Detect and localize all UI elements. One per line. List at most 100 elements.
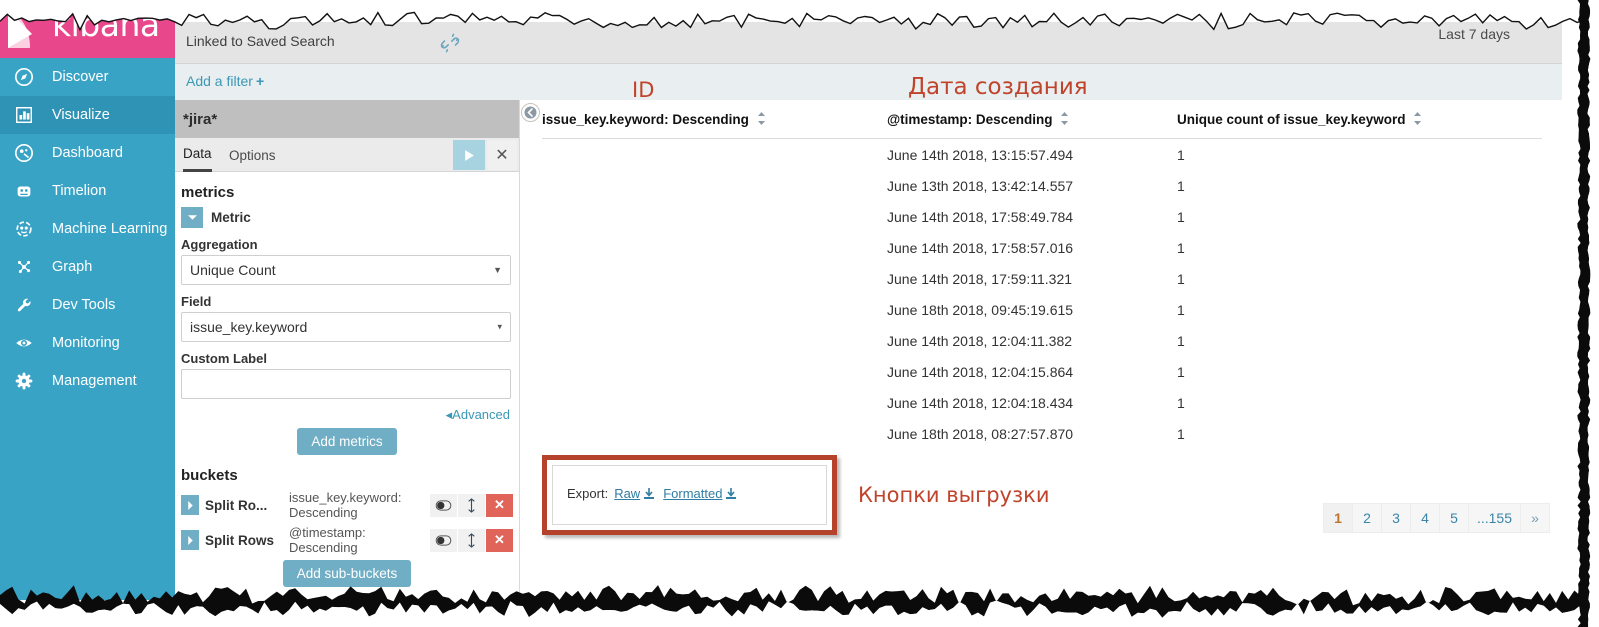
timelion-icon <box>14 180 40 202</box>
sort-icon[interactable] <box>1060 112 1069 128</box>
bucket-expand-toggle[interactable] <box>181 530 199 550</box>
aggregation-select[interactable]: Unique Count ▼ <box>181 255 511 285</box>
kibana-logo: kibana <box>0 0 175 58</box>
pagination-page[interactable]: 3 <box>1380 503 1411 533</box>
discard-changes-button[interactable]: ✕ <box>487 140 517 170</box>
add-metrics-button[interactable]: Add metrics <box>297 428 397 455</box>
metric-expand-toggle[interactable] <box>181 207 203 228</box>
cell-issue-key: I3666 <box>542 294 887 325</box>
eye-icon <box>14 332 40 354</box>
pagination-next-button[interactable]: » <box>1520 503 1550 533</box>
sidebar-item-label: Dev Tools <box>52 297 116 313</box>
add-sub-buckets-button[interactable]: Add sub-buckets <box>282 560 412 587</box>
sort-icon[interactable] <box>757 112 766 128</box>
table-row: I3738June 14th 2018, 12:04:18.434 1 <box>542 387 1542 418</box>
custom-label-input[interactable] <box>181 369 511 399</box>
cell-timestamp: June 14th 2018, 17:58:49.784 <box>887 208 1074 225</box>
export-label: Export: <box>567 486 609 501</box>
vis-editor-panel: *jira* Data Options ✕ metrics Metric Agg… <box>175 100 520 600</box>
column-header-timestamp[interactable]: @timestamp: Descending <box>887 100 1177 139</box>
chevron-right-icon <box>187 500 193 510</box>
brand-name: kibana <box>52 5 160 44</box>
broken-link-icon[interactable] <box>440 33 460 53</box>
pagination-page[interactable]: 4 <box>1409 503 1440 533</box>
saved-search-label: Linked to Saved Search <box>186 33 335 49</box>
sidebar-item-management[interactable]: Management <box>0 362 175 400</box>
tab-options[interactable]: Options <box>229 138 276 172</box>
sidebar-item-timelion[interactable]: Timelion <box>0 172 175 210</box>
bucket-enable-toggle[interactable] <box>430 493 457 517</box>
collapse-panel-button[interactable] <box>521 103 540 122</box>
graph-icon <box>14 256 40 278</box>
sidebar-item-visualize[interactable]: Visualize <box>0 96 175 134</box>
metric-agg-row[interactable]: Metric <box>181 207 519 228</box>
data-table: issue_key.keyword: Descending @timestamp… <box>542 100 1542 449</box>
cell-unique-count: 1 <box>1177 332 1185 349</box>
bucket-row[interactable]: Split Ro... issue_key.keyword: Descendin… <box>181 490 519 520</box>
sidebar-item-label: Discover <box>52 69 109 85</box>
bucket-expand-toggle[interactable] <box>181 495 199 515</box>
table-row: I3384June 14th 2018, 17:59:11.321 1 <box>542 263 1542 294</box>
sidebar-item-graph[interactable]: Graph <box>0 248 175 286</box>
column-header-label: issue_key.keyword: Descending <box>542 112 749 127</box>
advanced-label: Advanced <box>452 407 510 422</box>
kibana-mark-icon <box>8 10 32 48</box>
time-range-label[interactable]: Last 7 days <box>1438 26 1510 42</box>
field-value: issue_key.keyword <box>190 319 308 335</box>
cell-unique-count: 1 <box>1177 239 1185 256</box>
table-row: ;-4107June 14th 2018, 13:15:57.494 1 <box>542 139 1542 171</box>
annotation-date-created: Дата создания <box>908 74 1088 100</box>
cell-timestamp: June 14th 2018, 13:15:57.494 <box>887 146 1074 163</box>
compass-icon <box>14 66 40 88</box>
table-header-row: issue_key.keyword: Descending @timestamp… <box>542 100 1542 139</box>
sidebar-item-monitoring[interactable]: Monitoring <box>0 324 175 362</box>
sort-icon[interactable] <box>1413 112 1422 128</box>
add-filter-button[interactable]: Add a filter + <box>186 73 264 89</box>
play-icon <box>464 149 474 161</box>
sidebar-item-dashboard[interactable]: Dashboard <box>0 134 175 172</box>
move-vertical-icon <box>468 497 475 513</box>
cell-issue-key: I3738 <box>542 356 887 387</box>
bucket-enable-toggle[interactable] <box>430 528 457 552</box>
column-header-issue-key[interactable]: issue_key.keyword: Descending <box>542 100 887 139</box>
move-vertical-icon <box>468 532 475 548</box>
pagination-page[interactable]: 5 <box>1438 503 1469 533</box>
chevron-right-icon <box>187 535 193 545</box>
cell-timestamp: June 14th 2018, 12:04:18.434 <box>887 394 1074 411</box>
bucket-remove-button[interactable]: ✕ <box>486 528 513 552</box>
sidebar-item-label: Monitoring <box>52 335 120 351</box>
export-formatted-link[interactable]: Formatted <box>663 486 722 501</box>
bucket-move-handle[interactable] <box>458 528 485 552</box>
column-header-label: @timestamp: Descending <box>887 112 1053 127</box>
bucket-move-handle[interactable] <box>458 493 485 517</box>
table-header: issue_key.keyword: Descending @timestamp… <box>542 100 1542 139</box>
bucket-actions: ✕ <box>429 493 513 517</box>
field-select[interactable]: issue_key.keyword ▾ <box>181 312 511 342</box>
pagination-page[interactable]: ...155 <box>1467 503 1521 533</box>
sidebar-item-discover[interactable]: Discover <box>0 58 175 96</box>
pagination: 1 2 3 4 5 ...155» <box>1322 503 1550 533</box>
sidebar-item-dev-tools[interactable]: Dev Tools <box>0 286 175 324</box>
table-row: I3967June 18th 2018, 08:27:57.870 1 <box>542 418 1542 449</box>
bucket-remove-button[interactable]: ✕ <box>486 493 513 517</box>
download-icon[interactable] <box>725 488 737 503</box>
column-header-unique-count[interactable]: Unique count of issue_key.keyword <box>1177 100 1542 139</box>
cell-issue-key: I3384 <box>542 263 887 294</box>
bucket-row[interactable]: Split Rows @timestamp: Descending ✕ <box>181 525 519 555</box>
cell-timestamp: June 13th 2018, 13:42:14.557 <box>887 177 1074 194</box>
cell-unique-count: 1 <box>1177 394 1185 411</box>
cell-unique-count: 1 <box>1177 425 1185 442</box>
download-icon[interactable] <box>643 488 655 503</box>
pagination-page[interactable]: 1 <box>1322 503 1353 533</box>
column-header-label: Unique count of issue_key.keyword <box>1177 112 1406 127</box>
advanced-toggle[interactable]: ◂Advanced <box>175 407 510 423</box>
tab-data[interactable]: Data <box>183 138 212 172</box>
sidebar-item-label: Management <box>52 373 137 389</box>
pagination-page[interactable]: 2 <box>1351 503 1382 533</box>
export-raw-link[interactable]: Raw <box>614 486 640 501</box>
apply-changes-button[interactable] <box>453 140 485 170</box>
table-body: ;-4107June 14th 2018, 13:15:57.4941June … <box>542 139 1542 450</box>
wrench-icon <box>14 294 40 316</box>
screenshot-root: kibana Discover Visualize Dashboard Time… <box>0 0 1599 627</box>
sidebar-item-machine-learning[interactable]: Machine Learning <box>0 210 175 248</box>
